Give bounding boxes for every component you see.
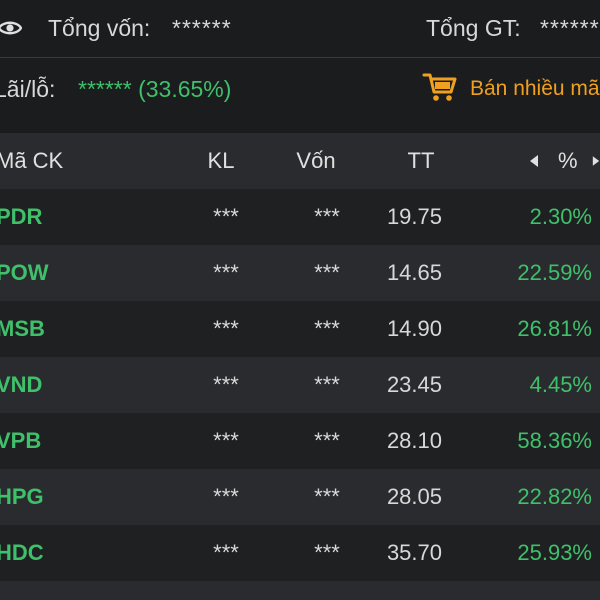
percent-cell: 22.82% bbox=[517, 484, 592, 509]
symbol-cell: HDC bbox=[0, 540, 44, 565]
arrow-left-icon[interactable] bbox=[529, 155, 539, 167]
capital-cell: *** bbox=[314, 372, 340, 397]
table-row[interactable] bbox=[0, 581, 600, 600]
pnl-label: Lãi/lỗ: bbox=[0, 76, 56, 102]
price-cell: 35.70 bbox=[386, 540, 442, 565]
pnl-value: ****** (33.65%) bbox=[78, 76, 232, 102]
table-row[interactable]: HDC *** *** 35.70 25.93% bbox=[0, 525, 600, 581]
table-row[interactable]: VPB *** *** 28.10 58.36% bbox=[0, 413, 600, 469]
sell-many-label: Bán nhiều mã bbox=[470, 77, 600, 100]
total-capital-value: ****** bbox=[172, 15, 232, 41]
volume-cell: *** bbox=[213, 372, 239, 397]
pnl-row: Lãi/lỗ: ****** (33.65%) Bán nhiều mã bbox=[0, 58, 600, 118]
table-row[interactable]: VND *** *** 23.45 4.45% bbox=[0, 357, 600, 413]
capital-cell: *** bbox=[314, 260, 340, 285]
symbol-cell: PDR bbox=[0, 204, 43, 229]
header-capital[interactable]: Vốn bbox=[294, 133, 338, 189]
volume-cell: *** bbox=[213, 428, 239, 453]
capital-cell: *** bbox=[314, 316, 340, 341]
header-volume[interactable]: KL bbox=[206, 133, 236, 189]
totals-row: Tổng vốn: ****** Tổng GT: ****** bbox=[0, 0, 600, 56]
price-cell: 28.05 bbox=[386, 484, 442, 509]
symbol-cell: VPB bbox=[0, 428, 42, 453]
symbol-cell: POW bbox=[0, 260, 49, 285]
total-capital-label: Tổng vốn: bbox=[48, 15, 151, 41]
volume-cell: *** bbox=[213, 316, 239, 341]
price-cell: 23.45 bbox=[386, 372, 442, 397]
header-percent[interactable]: % bbox=[558, 133, 578, 189]
symbol-cell: VND bbox=[0, 372, 43, 397]
percent-cell: 22.59% bbox=[517, 260, 592, 285]
capital-cell: *** bbox=[314, 540, 340, 565]
capital-cell: *** bbox=[314, 428, 340, 453]
table-row[interactable]: POW *** *** 14.65 22.59% bbox=[0, 245, 600, 301]
price-cell: 19.75 bbox=[386, 204, 442, 229]
symbol-cell: HPG bbox=[0, 484, 44, 509]
volume-cell: *** bbox=[213, 204, 239, 229]
total-value-label: Tổng GT: bbox=[426, 15, 521, 41]
symbol-cell: MSB bbox=[0, 316, 45, 341]
price-cell: 28.10 bbox=[386, 428, 442, 453]
sell-many-button[interactable]: Bán nhiều mã bbox=[420, 68, 600, 108]
arrow-right-icon[interactable] bbox=[592, 155, 600, 167]
capital-cell: *** bbox=[314, 484, 340, 509]
percent-cell: 26.81% bbox=[517, 316, 592, 341]
eye-icon[interactable] bbox=[0, 15, 22, 41]
volume-cell: *** bbox=[213, 540, 239, 565]
price-cell: 14.90 bbox=[386, 316, 442, 341]
volume-cell: *** bbox=[213, 260, 239, 285]
table-row[interactable]: MSB *** *** 14.90 26.81% bbox=[0, 301, 600, 357]
total-value-value: ****** bbox=[540, 15, 600, 41]
percent-cell: 25.93% bbox=[517, 540, 592, 565]
table-row[interactable]: PDR *** *** 19.75 2.30% bbox=[0, 189, 600, 245]
percent-cell: 4.45% bbox=[529, 372, 592, 397]
cart-icon bbox=[422, 73, 457, 101]
table-header: Mã CK KL Vốn TT % bbox=[0, 133, 600, 189]
header-market-price[interactable]: TT bbox=[406, 133, 436, 189]
table-row[interactable]: HPG *** *** 28.05 22.82% bbox=[0, 469, 600, 525]
volume-cell: *** bbox=[213, 484, 239, 509]
price-cell: 14.65 bbox=[386, 260, 442, 285]
percent-cell: 2.30% bbox=[529, 204, 592, 229]
header-symbol[interactable]: Mã CK bbox=[0, 133, 63, 189]
percent-cell: 58.36% bbox=[517, 428, 592, 453]
portfolio-screen: Tổng vốn: ****** Tổng GT: ****** Lãi/lỗ:… bbox=[0, 0, 600, 600]
capital-cell: *** bbox=[314, 204, 340, 229]
